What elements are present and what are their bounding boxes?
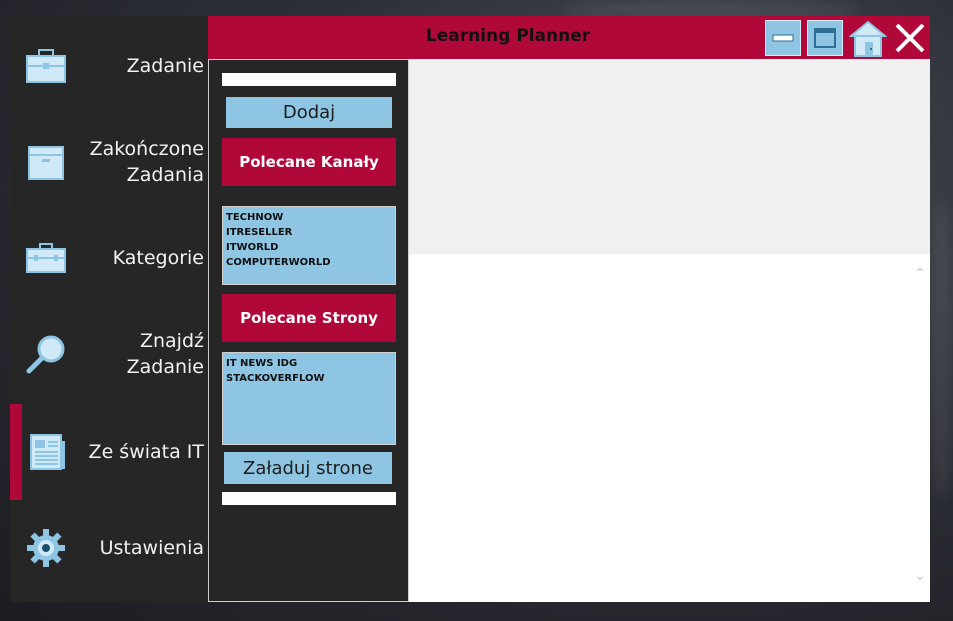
- list-item[interactable]: IT NEWS IDG: [226, 356, 392, 371]
- archive-box-icon: [24, 140, 68, 184]
- sidebar-item-znajdz-zadanie[interactable]: Znajdź Zadanie: [10, 306, 208, 402]
- sidebar-item-label: Ustawienia: [99, 537, 204, 559]
- home-icon: [848, 20, 888, 57]
- list-item[interactable]: ITWORLD: [226, 240, 392, 255]
- channels-list[interactable]: TECHNOW ITRESELLER ITWORLD COMPUTERWORLD: [222, 206, 396, 285]
- list-item[interactable]: STACKOVERFLOW: [226, 371, 392, 386]
- load-page-button[interactable]: Załaduj strone: [224, 452, 392, 484]
- sidebar-nav: Zadanie Zakończone Zadania Kategorie Zna…: [10, 16, 208, 602]
- home-button[interactable]: [848, 20, 888, 57]
- news-panel: Dodaj Polecane Kanały TECHNOW ITRESELLER…: [208, 59, 409, 602]
- minimize-button[interactable]: [765, 20, 801, 56]
- url-field[interactable]: [222, 492, 396, 505]
- input-field[interactable]: [222, 73, 396, 86]
- sidebar-item-label: Ze świata IT: [88, 441, 204, 463]
- magnifier-icon: [24, 332, 68, 376]
- sidebar-item-zadanie[interactable]: Zadanie: [10, 18, 208, 114]
- list-item[interactable]: ITRESELLER: [226, 225, 392, 240]
- minimize-icon: [772, 34, 794, 42]
- main-window: Learning Planner Dodaj Polecane Kanały T…: [208, 16, 930, 602]
- browser-header-area: [409, 59, 930, 254]
- scroll-up-icon[interactable]: ⌃: [913, 266, 927, 282]
- window-title: Learning Planner: [425, 26, 591, 46]
- add-button[interactable]: Dodaj: [226, 97, 392, 128]
- wallpaper-glow: [930, 200, 953, 500]
- toolbox-icon: [24, 236, 68, 280]
- sidebar-item-zakonczone-zadania[interactable]: Zakończone Zadania: [10, 114, 208, 210]
- list-item[interactable]: COMPUTERWORLD: [226, 255, 392, 270]
- recommended-sites-button[interactable]: Polecane Strony: [222, 294, 396, 342]
- maximize-icon: [814, 28, 836, 48]
- vertical-scrollbar[interactable]: ⌃ ⌄: [910, 254, 930, 602]
- sidebar-item-ustawienia[interactable]: Ustawienia: [10, 500, 208, 596]
- briefcase-icon: [24, 44, 68, 88]
- close-icon: [895, 23, 925, 53]
- scroll-down-icon[interactable]: ⌄: [913, 568, 927, 584]
- close-button[interactable]: [892, 20, 928, 56]
- maximize-button[interactable]: [807, 20, 843, 56]
- sidebar-item-label: Zadanie: [126, 55, 204, 77]
- gear-icon: [24, 526, 68, 570]
- sidebar-item-kategorie[interactable]: Kategorie: [10, 210, 208, 306]
- list-item[interactable]: TECHNOW: [226, 210, 392, 225]
- title-bar[interactable]: Learning Planner: [208, 16, 930, 59]
- recommended-channels-button[interactable]: Polecane Kanały: [222, 138, 396, 186]
- web-browser-view[interactable]: ⌃ ⌄: [409, 254, 930, 602]
- sidebar-item-label: Zakończone Zadania: [89, 138, 204, 186]
- sidebar-item-label: Znajdź Zadanie: [126, 330, 204, 378]
- sites-list[interactable]: IT NEWS IDG STACKOVERFLOW: [222, 352, 396, 445]
- sidebar-item-label: Kategorie: [112, 247, 204, 269]
- sidebar-item-ze-swiata-it[interactable]: Ze świata IT: [10, 404, 208, 500]
